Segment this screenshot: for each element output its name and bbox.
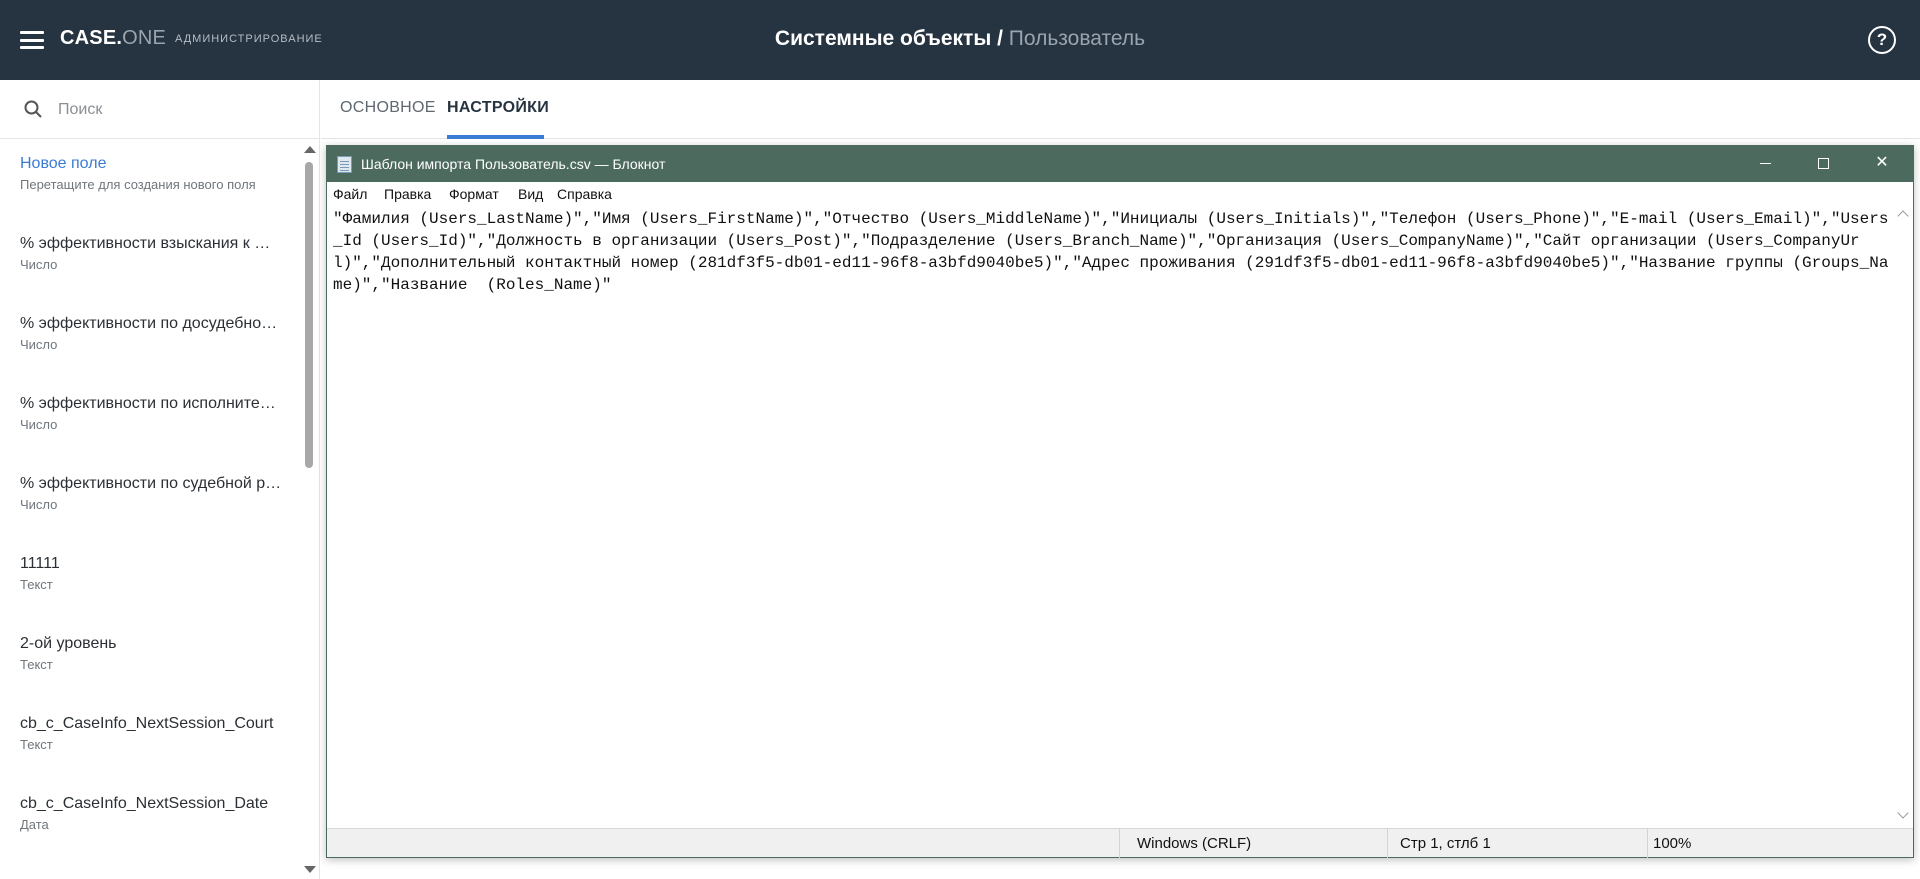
- field-type: Текст: [20, 737, 53, 752]
- scroll-down-icon[interactable]: [1897, 807, 1909, 819]
- menu-format[interactable]: Формат: [449, 186, 499, 202]
- list-item[interactable]: % эффективности взыскания к … Число: [20, 235, 285, 272]
- page-title-sub: Пользователь: [1008, 27, 1146, 50]
- page-title-main: Системные объекты /: [774, 27, 1009, 50]
- notepad-title: Шаблон импорта Пользователь.csv — Блокно…: [361, 156, 666, 172]
- field-type: Текст: [20, 657, 53, 672]
- field-type: Перетащите для создания нового поля: [20, 177, 256, 192]
- notepad-text-area[interactable]: "Фамилия (Users_LastName)","Имя (Users_F…: [333, 208, 1893, 776]
- field-name: Новое поле: [20, 155, 107, 172]
- active-tab-indicator: [447, 135, 544, 139]
- list-item[interactable]: % эффективности по досудебно… Число: [20, 315, 285, 352]
- field-name: % эффективности по исполните…: [20, 395, 276, 412]
- field-name: cb_c_CaseInfo_NextSession_Date: [20, 795, 269, 812]
- zoom-status: 100%: [1653, 835, 1692, 852]
- field-type: Число: [20, 257, 58, 272]
- menu-view[interactable]: Вид: [518, 186, 543, 202]
- tab-bar: ОСНОВНОЕ НАСТРОЙКИ: [321, 80, 1920, 139]
- list-item[interactable]: % эффективности по исполните… Число: [20, 395, 285, 432]
- field-name: % эффективности взыскания к …: [20, 235, 271, 252]
- list-item[interactable]: % эффективности по судебной р… Число: [20, 475, 285, 512]
- line-ending-status: Windows (CRLF): [1137, 835, 1252, 852]
- list-item[interactable]: 11111 Текст: [20, 555, 285, 592]
- menu-edit[interactable]: Правка: [384, 186, 431, 202]
- maximize-icon: [1818, 158, 1829, 169]
- page-title: Системные объекты / Пользователь: [0, 27, 1920, 51]
- field-name: % эффективности по судебной р…: [20, 475, 282, 492]
- list-item[interactable]: cb_c_CaseInfo_NextSession_Date Дата: [20, 795, 285, 832]
- scroll-up-icon[interactable]: [304, 146, 316, 153]
- search-bar: [0, 80, 320, 139]
- list-item[interactable]: cb_c_CaseInfo_NextSession_Court Текст: [20, 715, 285, 752]
- maximize-button[interactable]: [1795, 146, 1853, 182]
- status-divider: [1387, 829, 1388, 858]
- tab-settings[interactable]: НАСТРОЙКИ: [447, 99, 549, 117]
- list-item-new-field[interactable]: Новое поле Перетащите для создания новог…: [20, 155, 285, 192]
- minimize-button[interactable]: [1737, 146, 1795, 182]
- minimize-icon: [1760, 163, 1771, 164]
- sidebar-scrollbar[interactable]: [302, 140, 316, 879]
- help-icon[interactable]: ?: [1868, 26, 1896, 54]
- menu-file[interactable]: Файл: [333, 186, 367, 202]
- status-divider: [1647, 829, 1648, 858]
- field-type: Число: [20, 497, 58, 512]
- search-input[interactable]: [58, 98, 288, 122]
- search-icon: [24, 100, 42, 118]
- field-name: % эффективности по досудебно…: [20, 315, 278, 332]
- field-name: cb_c_CaseInfo_NextSession_Court: [20, 715, 274, 732]
- cursor-position-status: Стр 1, стлб 1: [1400, 835, 1491, 852]
- notepad-icon: [337, 156, 352, 173]
- scrollbar-thumb[interactable]: [305, 162, 313, 468]
- notepad-statusbar: Windows (CRLF) Стр 1, стлб 1 100%: [327, 828, 1913, 858]
- notepad-titlebar[interactable]: Шаблон импорта Пользователь.csv — Блокно…: [327, 146, 1913, 182]
- notepad-window: Шаблон импорта Пользователь.csv — Блокно…: [326, 145, 1914, 858]
- field-type: Число: [20, 417, 58, 432]
- notepad-menubar: Файл Правка Формат Вид Справка: [327, 182, 1913, 204]
- close-button[interactable]: ✕: [1853, 146, 1911, 182]
- fields-sidebar: Новое поле Перетащите для создания новог…: [0, 80, 320, 879]
- field-type: Число: [20, 337, 58, 352]
- field-type: Дата: [20, 817, 49, 832]
- notepad-scrollbar[interactable]: [1894, 204, 1913, 825]
- list-item[interactable]: 2-ой уровень Текст: [20, 635, 285, 672]
- field-name: 11111: [20, 555, 60, 572]
- scroll-down-icon[interactable]: [304, 866, 316, 873]
- field-type: Текст: [20, 577, 53, 592]
- field-name: 2-ой уровень: [20, 635, 117, 652]
- menu-help[interactable]: Справка: [557, 186, 612, 202]
- close-icon: ✕: [1875, 154, 1889, 171]
- top-app-bar: CASE.ONE АДМИНИСТРИРОВАНИЕ Системные объ…: [0, 0, 1920, 80]
- status-divider: [1119, 829, 1120, 858]
- tab-main[interactable]: ОСНОВНОЕ: [340, 99, 436, 117]
- scroll-up-icon[interactable]: [1897, 210, 1909, 222]
